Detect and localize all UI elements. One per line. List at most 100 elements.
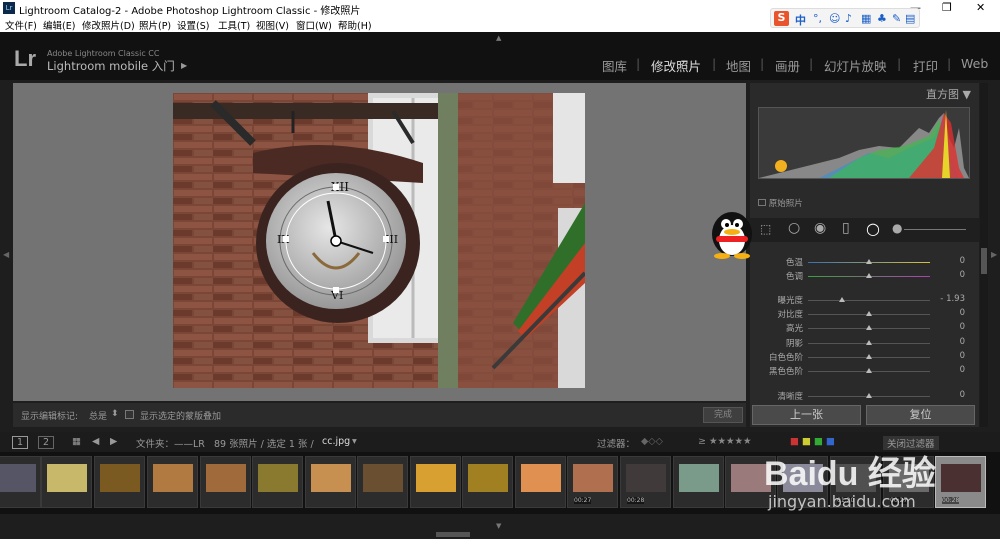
- module-slideshow[interactable]: 幻灯片放映: [824, 56, 887, 75]
- filmstrip-thumbnail-selected[interactable]: 00:28: [935, 456, 986, 508]
- overlay-checkbox[interactable]: [125, 410, 134, 419]
- microphone-icon[interactable]: ♪: [845, 12, 852, 25]
- edit-pins-select[interactable]: 总是: [89, 409, 107, 422]
- filmstrip-thumbnail[interactable]: [462, 456, 513, 508]
- chevron-down-icon[interactable]: ⬍: [111, 409, 119, 419]
- filmstrip-thumbnail[interactable]: [94, 456, 145, 508]
- grid-icon[interactable]: ▦: [72, 436, 81, 447]
- module-library[interactable]: 图库: [602, 56, 627, 75]
- filmstrip-thumbnail[interactable]: [252, 456, 303, 508]
- filmstrip-thumbnail[interactable]: [515, 456, 566, 508]
- expand-left-icon[interactable]: ◀: [3, 250, 9, 259]
- menu-settings[interactable]: 设置(S): [177, 18, 209, 32]
- adjustment-brush-icon[interactable]: ●: [892, 221, 902, 235]
- module-book[interactable]: 画册: [775, 56, 800, 75]
- slider-value[interactable]: 0: [960, 337, 965, 347]
- module-web[interactable]: Web: [961, 56, 988, 71]
- radial-filter-icon[interactable]: ○: [866, 219, 880, 238]
- restore-icon[interactable]: ❐: [942, 1, 952, 14]
- previous-button[interactable]: 上一张: [752, 405, 861, 425]
- slider-row[interactable]: 色温 0: [750, 256, 979, 269]
- crop-tool-icon[interactable]: ⬚: [760, 222, 771, 236]
- collapse-bottom-icon[interactable]: ▼: [496, 522, 501, 530]
- slider-row[interactable]: 曝光度 - 1.93: [750, 294, 979, 307]
- panel-scrollbar[interactable]: [980, 83, 988, 427]
- view-2-button[interactable]: 2: [38, 436, 55, 449]
- menu-photo[interactable]: 照片(P): [139, 18, 171, 32]
- slider-value[interactable]: 0: [960, 351, 965, 361]
- slider-handle[interactable]: [866, 325, 872, 330]
- menu-tools[interactable]: 工具(T): [218, 18, 250, 32]
- slider-handle[interactable]: [866, 311, 872, 316]
- filmstrip-thumbnail[interactable]: [673, 456, 724, 508]
- slider-row[interactable]: 清晰度 0: [750, 390, 979, 403]
- filmstrip-thumbnail[interactable]: 00:27: [567, 456, 618, 508]
- filmstrip-thumbnail[interactable]: [147, 456, 198, 508]
- reset-button[interactable]: 复位: [866, 405, 975, 425]
- slider-handle[interactable]: [866, 340, 872, 345]
- slider-track[interactable]: [808, 300, 930, 301]
- ime-toolbar[interactable]: S 中 °, ☺ ♪ ▦ ♣ ✎ ▤: [770, 8, 920, 28]
- graduated-filter-icon[interactable]: ▯: [842, 220, 850, 236]
- slider-value[interactable]: 0: [960, 308, 965, 318]
- expand-right-icon[interactable]: ▶: [991, 250, 997, 259]
- slider-handle[interactable]: [866, 393, 872, 398]
- filmstrip-thumbnail[interactable]: [0, 456, 41, 508]
- menu-file[interactable]: 文件(F): [5, 18, 37, 32]
- menu-edit[interactable]: 编辑(E): [43, 18, 75, 32]
- module-print[interactable]: 打印: [913, 56, 938, 75]
- menu-view[interactable]: 视图(V): [256, 18, 289, 32]
- slider-value[interactable]: 0: [960, 270, 965, 280]
- keyboard-icon[interactable]: ▦: [861, 12, 871, 25]
- qq-penguin-icon[interactable]: [706, 204, 758, 260]
- filmstrip-scroll-thumb[interactable]: [436, 532, 470, 537]
- back-arrow-icon[interactable]: ◀: [92, 436, 99, 447]
- forward-arrow-icon[interactable]: ▶: [110, 436, 117, 447]
- menu-window[interactable]: 窗口(W): [296, 18, 332, 32]
- play-icon[interactable]: ▶: [181, 61, 187, 70]
- slider-row[interactable]: 阴影 0: [750, 337, 979, 350]
- mobile-link[interactable]: Lightroom mobile 入门: [47, 58, 175, 74]
- slider-value[interactable]: 0: [960, 390, 965, 400]
- slider-handle[interactable]: [866, 259, 872, 264]
- histogram-title[interactable]: 直方图 ▼: [926, 86, 971, 102]
- chevron-down-icon[interactable]: ▾: [352, 436, 357, 447]
- filmstrip-thumbnail[interactable]: [200, 456, 251, 508]
- filename-dropdown[interactable]: cc.jpg: [322, 436, 350, 447]
- collapse-top-icon[interactable]: ▲: [496, 34, 501, 42]
- close-icon[interactable]: ✕: [976, 1, 985, 14]
- menu-grid-icon[interactable]: ▤: [905, 12, 915, 25]
- filmstrip-thumbnail[interactable]: [305, 456, 356, 508]
- scrollbar-thumb[interactable]: [981, 248, 987, 274]
- slider-value[interactable]: 0: [960, 365, 965, 375]
- filmstrip-thumbnail[interactable]: 00:28: [620, 456, 671, 508]
- clipping-indicator-icon[interactable]: [775, 160, 787, 172]
- filmstrip-thumbnail[interactable]: [410, 456, 461, 508]
- slider-handle[interactable]: [866, 354, 872, 359]
- emoji-icon[interactable]: ☺: [829, 12, 840, 25]
- filmstrip-thumbnail[interactable]: [357, 456, 408, 508]
- slider-handle[interactable]: [866, 368, 872, 373]
- slider-handle[interactable]: [866, 273, 872, 278]
- slider-value[interactable]: 0: [960, 256, 965, 266]
- rating-filter-icon[interactable]: ≥ ★★★★★: [698, 436, 752, 447]
- slider-row[interactable]: 色调 0: [750, 270, 979, 283]
- brush-size-track[interactable]: [904, 229, 966, 230]
- module-map[interactable]: 地图: [726, 56, 751, 75]
- spot-removal-icon[interactable]: ○: [788, 220, 800, 236]
- slider-row[interactable]: 黑色色阶 0: [750, 365, 979, 378]
- slider-row[interactable]: 对比度 0: [750, 308, 979, 321]
- slider-row[interactable]: 高光 0: [750, 322, 979, 335]
- done-button[interactable]: 完成: [703, 407, 743, 423]
- tools-icon[interactable]: ✎: [892, 12, 901, 25]
- ime-mode-label[interactable]: 中: [795, 12, 806, 28]
- slider-handle[interactable]: [839, 297, 846, 302]
- skin-icon[interactable]: ♣: [877, 12, 887, 25]
- main-photo[interactable]: XII III VI IX: [173, 93, 585, 388]
- filmstrip-thumbnail[interactable]: [41, 456, 92, 508]
- slider-value[interactable]: 0: [960, 322, 965, 332]
- menu-develop[interactable]: 修改照片(D): [82, 18, 135, 32]
- punctuation-icon[interactable]: °,: [813, 12, 822, 25]
- slider-row[interactable]: 白色色阶 0: [750, 351, 979, 364]
- red-eye-icon[interactable]: ◉: [814, 220, 826, 236]
